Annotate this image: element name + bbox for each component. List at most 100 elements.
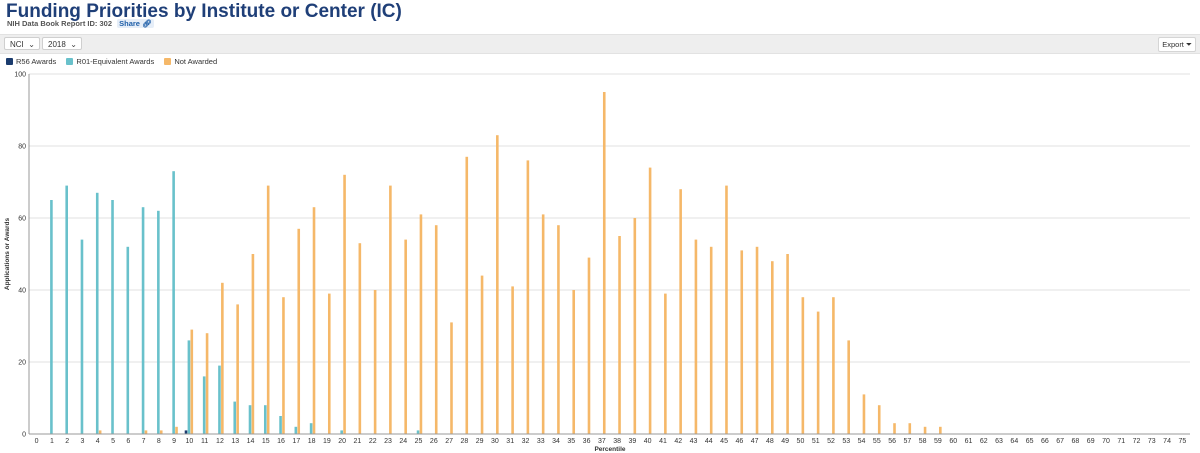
bar-r01-equivalent-awards[interactable] bbox=[279, 416, 282, 434]
bar-r01-equivalent-awards[interactable] bbox=[248, 405, 252, 434]
bar-not-awarded[interactable] bbox=[847, 340, 850, 434]
x-tick-label: 9 bbox=[172, 438, 176, 445]
x-tick-label: 13 bbox=[231, 438, 239, 445]
bar-r01-equivalent-awards[interactable] bbox=[416, 430, 420, 434]
bar-not-awarded[interactable] bbox=[190, 329, 194, 434]
bar-r01-equivalent-awards[interactable] bbox=[172, 171, 175, 434]
bar-not-awarded[interactable] bbox=[221, 282, 224, 434]
bar-r01-equivalent-awards[interactable] bbox=[80, 239, 84, 434]
bar-r01-equivalent-awards[interactable] bbox=[202, 376, 206, 434]
bar-not-awarded[interactable] bbox=[358, 243, 362, 434]
x-tick-label: 24 bbox=[399, 438, 407, 445]
bar-not-awarded[interactable] bbox=[159, 430, 163, 434]
x-tick-label: 52 bbox=[827, 438, 835, 445]
bar-not-awarded[interactable] bbox=[511, 286, 514, 434]
bar-r01-equivalent-awards[interactable] bbox=[218, 365, 221, 434]
bar-not-awarded[interactable] bbox=[709, 246, 713, 434]
bar-not-awarded[interactable] bbox=[251, 254, 255, 434]
y-tick-label: 0 bbox=[22, 432, 26, 439]
bar-not-awarded[interactable] bbox=[633, 218, 637, 434]
bar-not-awarded[interactable] bbox=[602, 92, 606, 434]
x-tick-label: 31 bbox=[506, 438, 514, 445]
x-tick-label: 4 bbox=[96, 438, 100, 445]
bar-not-awarded[interactable] bbox=[618, 236, 621, 434]
bar-not-awarded[interactable] bbox=[893, 423, 896, 434]
x-tick-label: 3 bbox=[81, 438, 85, 445]
x-tick-label: 5 bbox=[111, 438, 115, 445]
bar-not-awarded[interactable] bbox=[373, 290, 377, 434]
x-tick-label: 12 bbox=[216, 438, 224, 445]
bar-not-awarded[interactable] bbox=[389, 185, 392, 434]
x-tick-label: 35 bbox=[567, 438, 575, 445]
x-tick-label: 71 bbox=[1117, 438, 1125, 445]
bar-not-awarded[interactable] bbox=[587, 257, 591, 434]
bar-not-awarded[interactable] bbox=[266, 185, 270, 434]
x-tick-label: 39 bbox=[629, 438, 637, 445]
bar-r01-equivalent-awards[interactable] bbox=[141, 207, 145, 434]
bar-r01-equivalent-awards[interactable] bbox=[111, 200, 114, 434]
bar-not-awarded[interactable] bbox=[541, 214, 545, 434]
bar-not-awarded[interactable] bbox=[832, 297, 835, 434]
x-tick-label: 21 bbox=[354, 438, 362, 445]
x-tick-label: 48 bbox=[766, 438, 774, 445]
bar-not-awarded[interactable] bbox=[480, 275, 484, 434]
bar-not-awarded[interactable] bbox=[144, 430, 148, 434]
bar-not-awarded[interactable] bbox=[939, 426, 942, 434]
bar-not-awarded[interactable] bbox=[908, 423, 912, 434]
bar-not-awarded[interactable] bbox=[175, 426, 178, 434]
bar-not-awarded[interactable] bbox=[98, 430, 102, 434]
x-tick-label: 68 bbox=[1072, 438, 1080, 445]
bar-not-awarded[interactable] bbox=[496, 135, 499, 434]
bar-not-awarded[interactable] bbox=[923, 426, 927, 434]
x-tick-label: 41 bbox=[659, 438, 667, 445]
x-tick-label: 73 bbox=[1148, 438, 1156, 445]
bar-not-awarded[interactable] bbox=[297, 228, 301, 434]
bar-not-awarded[interactable] bbox=[205, 333, 209, 434]
bar-r01-equivalent-awards[interactable] bbox=[65, 185, 68, 434]
bar-not-awarded[interactable] bbox=[786, 254, 789, 434]
bar-not-awarded[interactable] bbox=[343, 174, 346, 435]
bar-not-awarded[interactable] bbox=[679, 189, 682, 434]
bar-not-awarded[interactable] bbox=[236, 304, 239, 434]
bar-r56-awards[interactable] bbox=[184, 430, 188, 434]
bar-not-awarded[interactable] bbox=[465, 156, 469, 435]
bar-not-awarded[interactable] bbox=[694, 239, 698, 434]
bar-not-awarded[interactable] bbox=[755, 246, 759, 434]
x-tick-label: 28 bbox=[460, 438, 468, 445]
bar-not-awarded[interactable] bbox=[816, 311, 820, 434]
bar-not-awarded[interactable] bbox=[664, 293, 667, 434]
bar-r01-equivalent-awards[interactable] bbox=[95, 192, 99, 434]
bar-not-awarded[interactable] bbox=[725, 185, 728, 434]
bar-not-awarded[interactable] bbox=[526, 160, 530, 434]
bar-not-awarded[interactable] bbox=[312, 207, 316, 434]
x-tick-label: 70 bbox=[1102, 438, 1110, 445]
bar-not-awarded[interactable] bbox=[419, 214, 423, 434]
bar-r01-equivalent-awards[interactable] bbox=[126, 246, 130, 434]
bar-not-awarded[interactable] bbox=[740, 250, 744, 434]
y-tick-label: 20 bbox=[18, 360, 26, 367]
bar-not-awarded[interactable] bbox=[801, 297, 805, 434]
bar-r01-equivalent-awards[interactable] bbox=[233, 401, 237, 434]
bar-not-awarded[interactable] bbox=[648, 167, 652, 434]
bar-r01-equivalent-awards[interactable] bbox=[50, 200, 53, 434]
bar-not-awarded[interactable] bbox=[877, 405, 881, 434]
bar-r01-equivalent-awards[interactable] bbox=[187, 340, 191, 434]
bar-not-awarded[interactable] bbox=[862, 394, 866, 434]
bar-not-awarded[interactable] bbox=[557, 225, 560, 434]
bar-r01-equivalent-awards[interactable] bbox=[157, 210, 160, 434]
y-tick-label: 100 bbox=[14, 72, 26, 79]
bar-not-awarded[interactable] bbox=[327, 293, 331, 434]
bar-r01-equivalent-awards[interactable] bbox=[309, 423, 313, 434]
bar-r01-equivalent-awards[interactable] bbox=[340, 430, 343, 434]
x-tick-label: 54 bbox=[858, 438, 866, 445]
bar-not-awarded[interactable] bbox=[434, 225, 438, 434]
bar-not-awarded[interactable] bbox=[572, 290, 576, 434]
bar-not-awarded[interactable] bbox=[771, 261, 774, 434]
bar-not-awarded[interactable] bbox=[450, 322, 453, 434]
bar-r01-equivalent-awards[interactable] bbox=[294, 426, 298, 434]
bar-not-awarded[interactable] bbox=[404, 239, 407, 434]
bar-r01-equivalent-awards[interactable] bbox=[263, 405, 267, 434]
bar-not-awarded[interactable] bbox=[282, 297, 285, 434]
x-tick-label: 50 bbox=[797, 438, 805, 445]
x-tick-label: 37 bbox=[598, 438, 606, 445]
